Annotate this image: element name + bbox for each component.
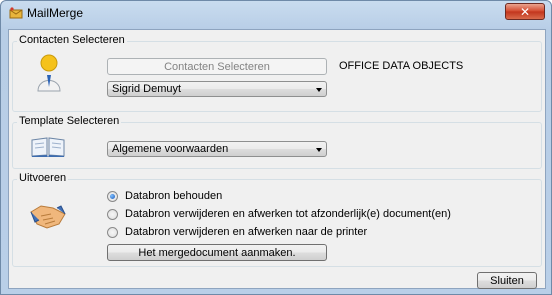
- select-contacts-button-label: Contacten Selecteren: [164, 60, 270, 73]
- contacts-group-legend: Contacten Selecteren: [17, 34, 127, 46]
- handshake-icon: [30, 205, 66, 229]
- execute-group-legend: Uitvoeren: [17, 172, 69, 184]
- app-icon: [9, 7, 23, 19]
- radio-remove-to-printer[interactable]: [107, 227, 118, 238]
- radio-keep-datasource-label: Databron behouden: [125, 190, 223, 202]
- template-group: Template Selecteren Algemene voorwaarden: [12, 115, 542, 169]
- window-close-button[interactable]: ✕: [505, 3, 545, 20]
- client-area: Contacten Selecteren Contacten Selectere…: [8, 29, 546, 289]
- chevron-down-icon: [316, 88, 322, 92]
- radio-remove-to-documents-label: Databron verwijderen en afwerken tot afz…: [125, 208, 451, 220]
- create-merge-document-button[interactable]: Het mergedocument aanmaken.: [107, 244, 327, 261]
- close-button-label: Sluiten: [490, 274, 524, 287]
- radio-remove-to-printer-label: Databron verwijderen en afwerken naar de…: [125, 226, 368, 238]
- template-group-legend: Template Selecteren: [17, 115, 122, 127]
- chevron-down-icon: [316, 148, 322, 152]
- execute-group: Uitvoeren Databron behouden Databron ver…: [12, 172, 542, 267]
- template-select[interactable]: Algemene voorwaarden: [107, 141, 327, 157]
- radio-remove-to-documents[interactable]: [107, 209, 118, 220]
- window-title: MailMerge: [27, 6, 84, 20]
- radio-keep-datasource[interactable]: [107, 191, 118, 202]
- data-source-label: OFFICE DATA OBJECTS: [339, 60, 464, 72]
- close-icon: ✕: [519, 4, 531, 19]
- contacts-group: Contacten Selecteren Contacten Selectere…: [12, 34, 542, 112]
- open-book-icon: [31, 137, 65, 157]
- contact-select[interactable]: Sigrid Demuyt: [107, 81, 327, 97]
- mailmerge-window: MailMerge ✕ Contacten Selecteren Contact…: [0, 0, 552, 295]
- create-merge-document-button-label: Het mergedocument aanmaken.: [138, 246, 296, 259]
- person-icon: [37, 54, 61, 92]
- title-bar[interactable]: MailMerge ✕: [1, 1, 551, 25]
- contact-select-value: Sigrid Demuyt: [112, 83, 182, 95]
- select-contacts-button[interactable]: Contacten Selecteren: [107, 58, 327, 75]
- close-button[interactable]: Sluiten: [477, 272, 537, 289]
- template-select-value: Algemene voorwaarden: [112, 143, 229, 155]
